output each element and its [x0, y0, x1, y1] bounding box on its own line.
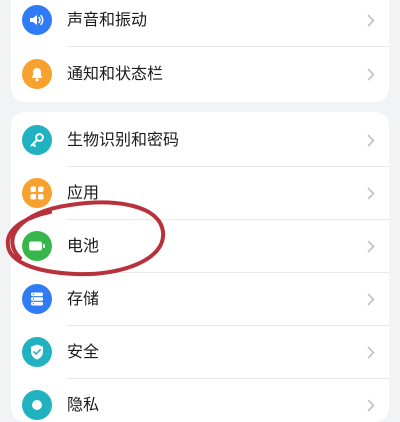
settings-item-label: 声音和振动 — [67, 10, 148, 29]
settings-item-label: 通知和状态栏 — [67, 64, 164, 83]
chevron-right-icon — [367, 399, 375, 412]
settings-group-system: 生物识别和密码 应用 电池 存储 安全 隐私 — [11, 112, 389, 422]
privacy-icon — [22, 390, 52, 420]
settings-item-label: 安全 — [67, 342, 100, 361]
settings-item-label: 应用 — [67, 183, 100, 202]
chevron-right-icon — [367, 240, 375, 253]
storage-icon — [22, 284, 52, 314]
chevron-right-icon — [367, 134, 375, 147]
apps-grid-icon — [22, 178, 52, 208]
settings-item-label: 存储 — [67, 289, 100, 308]
divider — [67, 46, 389, 47]
settings-item-biometrics-password[interactable]: 生物识别和密码 — [11, 114, 389, 166]
chevron-right-icon — [367, 187, 375, 200]
chevron-right-icon — [367, 14, 375, 27]
chevron-right-icon — [367, 346, 375, 359]
settings-item-label: 电池 — [67, 236, 100, 255]
settings-item-label: 生物识别和密码 — [67, 130, 180, 149]
settings-item-privacy[interactable]: 隐私 — [11, 379, 389, 422]
key-icon — [22, 125, 52, 155]
shield-check-icon — [22, 337, 52, 367]
chevron-right-icon — [367, 293, 375, 306]
battery-icon — [22, 231, 52, 261]
settings-item-storage[interactable]: 存储 — [11, 273, 389, 325]
settings-item-security[interactable]: 安全 — [11, 326, 389, 378]
bell-icon — [22, 59, 52, 89]
settings-item-battery[interactable]: 电池 — [11, 220, 389, 272]
settings-item-sound-vibration[interactable]: 声音和振动 — [11, 0, 389, 46]
settings-item-notifications-statusbar[interactable]: 通知和状态栏 — [11, 48, 389, 100]
settings-group-notifications: 声音和振动 通知和状态栏 — [11, 0, 389, 102]
chevron-right-icon — [367, 68, 375, 81]
settings-item-apps[interactable]: 应用 — [11, 167, 389, 219]
speaker-icon — [22, 5, 52, 35]
settings-item-label: 隐私 — [67, 395, 100, 414]
